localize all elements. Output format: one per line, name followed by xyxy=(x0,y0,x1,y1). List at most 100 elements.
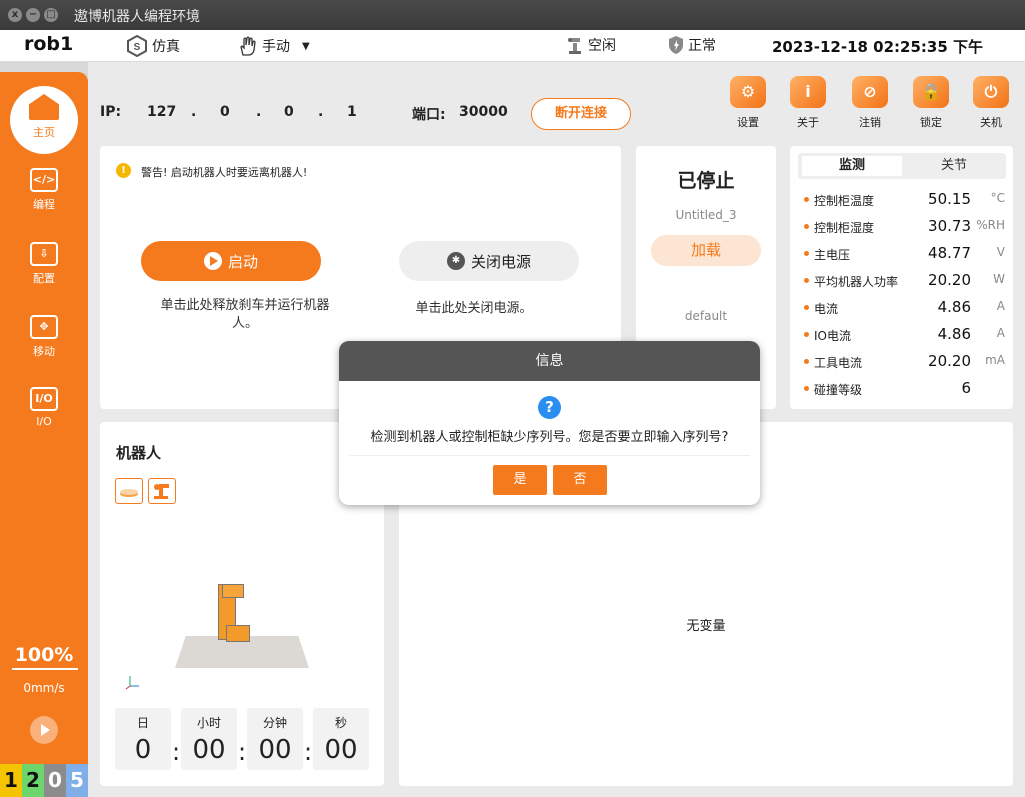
speed-percent[interactable]: 100% xyxy=(0,644,88,666)
program-name: Untitled_3 xyxy=(675,208,737,222)
monitor-value: 4.86 xyxy=(937,325,971,343)
sidebar-item-label: 移动 xyxy=(33,345,55,358)
view-base-button[interactable] xyxy=(115,478,143,504)
bullet-icon xyxy=(804,332,809,337)
lock-button[interactable]: 🔒 锁定 xyxy=(911,76,951,130)
window-maximize-button[interactable]: □ xyxy=(44,8,58,22)
logout-icon: ⊘ xyxy=(852,76,888,108)
monitor-value: 4.86 xyxy=(937,298,971,316)
chevron-down-icon: ▼ xyxy=(302,40,310,52)
axes-icon xyxy=(125,676,139,690)
tab-monitor[interactable]: 监测 xyxy=(802,156,902,176)
no-button[interactable]: 否 xyxy=(553,465,607,495)
warning-text: 警告! 启动机器人时要远离机器人! xyxy=(141,166,308,179)
timer-seconds: 秒 00 xyxy=(313,708,369,770)
monitor-row: 主电压 48.77 V xyxy=(802,244,1007,264)
sidebar-item-move[interactable]: ✥ 移动 xyxy=(0,315,88,359)
disconnect-button[interactable]: 断开连接 xyxy=(531,98,631,130)
tab-joint[interactable]: 关节 xyxy=(905,156,1003,176)
power-off-icon: ✱ xyxy=(446,252,465,270)
default-label: default xyxy=(684,309,728,323)
timer-value: 00 xyxy=(258,735,292,765)
speed-divider xyxy=(12,668,78,670)
ip-dot: . xyxy=(318,104,324,120)
power-off-button[interactable]: ✱ 关闭电源 xyxy=(399,241,579,281)
robot-name: rob1 xyxy=(24,33,74,55)
yes-button[interactable]: 是 xyxy=(493,465,547,495)
start-button[interactable]: 启动 xyxy=(141,241,321,281)
monitor-unit: W xyxy=(993,272,1005,286)
monitor-row: 碰撞等级 6 xyxy=(802,379,1007,399)
timer-value: 00 xyxy=(192,735,226,765)
top-bar: rob1 S 仿真 手动 ▼ 空闲 正常 2023-12-18 02:25:35… xyxy=(0,30,1025,62)
monitor-label: 电流 xyxy=(814,302,839,316)
shutdown-button[interactable]: ⏻ 关机 xyxy=(971,76,1011,130)
sidebar-item-io[interactable]: I/O I/O xyxy=(0,387,88,428)
timer-label: 秒 xyxy=(334,716,347,730)
monitor-value: 30.73 xyxy=(928,217,971,235)
load-button[interactable]: 加载 xyxy=(651,235,761,266)
monitor-unit: A xyxy=(996,299,1005,313)
simulation-toggle[interactable]: S 仿真 xyxy=(126,35,180,57)
sidebar-item-program[interactable]: </> 编程 xyxy=(0,168,88,212)
view-robot-button[interactable] xyxy=(148,478,176,504)
info-icon: i xyxy=(790,76,826,108)
timer-minutes: 分钟 00 xyxy=(247,708,303,770)
status-badge: 0 xyxy=(44,764,66,797)
monitor-row: 控制柜湿度 30.73 %RH xyxy=(802,217,1007,237)
robot-state-label: 空闲 xyxy=(588,38,616,54)
play-icon xyxy=(203,252,222,270)
monitor-label: IO电流 xyxy=(814,329,851,343)
status-badge: 2 xyxy=(22,764,44,797)
start-description: 单击此处释放刹车并运行机器人。 xyxy=(160,298,330,331)
sidebar-item-label: I/O xyxy=(36,415,52,428)
ip-segment: 127 xyxy=(147,104,177,120)
ip-dot: . xyxy=(191,104,197,120)
monitor-label: 控制柜湿度 xyxy=(814,221,875,235)
window-close-button[interactable]: x xyxy=(8,8,22,22)
timer-separator: : xyxy=(304,738,313,766)
about-button[interactable]: i 关于 xyxy=(788,76,828,130)
run-program-button[interactable] xyxy=(30,716,58,744)
settings-button[interactable]: ⚙ 设置 xyxy=(728,76,768,130)
logout-button[interactable]: ⊘ 注销 xyxy=(850,76,890,130)
toolbar-label: 注销 xyxy=(859,116,881,129)
sidebar-item-home[interactable]: 主页 xyxy=(10,86,78,154)
timer-separator: : xyxy=(172,738,181,766)
sidebar-item-config[interactable]: ⇩ 配置 xyxy=(0,242,88,286)
io-icon: I/O xyxy=(30,387,58,411)
monitor-value: 20.20 xyxy=(928,352,971,370)
ip-segment: 1 xyxy=(347,104,357,120)
monitor-row: 工具电流 20.20 mA xyxy=(802,352,1007,372)
mode-dropdown[interactable]: 手动 ▼ xyxy=(236,35,310,57)
sidebar-item-label: 编程 xyxy=(33,198,55,211)
simulation-label: 仿真 xyxy=(152,39,180,55)
monitor-unit: %RH xyxy=(976,218,1005,232)
timer-hours: 小时 00 xyxy=(181,708,237,770)
dialog-title: 信息 xyxy=(339,341,760,381)
config-icon: ⇩ xyxy=(30,242,58,266)
gear-icon: ⚙ xyxy=(730,76,766,108)
power-off-description: 单击此处关闭电源。 xyxy=(415,301,533,316)
robot-arm-model xyxy=(226,625,250,642)
bullet-icon xyxy=(804,251,809,256)
timer-label: 日 xyxy=(136,716,149,730)
timer-days: 日0 xyxy=(115,708,171,770)
toolbar-label: 关机 xyxy=(980,116,1002,129)
bullet-icon xyxy=(804,278,809,283)
monitor-unit: A xyxy=(996,326,1005,340)
timer-label: 分钟 xyxy=(262,716,287,730)
start-button-label: 启动 xyxy=(227,252,258,271)
monitor-row: IO电流 4.86 A xyxy=(802,325,1007,345)
ip-segment: 0 xyxy=(220,104,230,120)
bullet-icon xyxy=(804,386,809,391)
port-value: 30000 xyxy=(459,104,508,120)
timer-separator: : xyxy=(238,738,247,766)
port-label: 端口: xyxy=(412,107,446,123)
robot-view-icon xyxy=(154,484,169,499)
monitor-label: 主电压 xyxy=(814,248,851,262)
power-off-label: 关闭电源 xyxy=(470,252,531,271)
program-state: 已停止 xyxy=(677,170,735,192)
robot-state-indicator: 空闲 xyxy=(566,35,616,55)
window-minimize-button[interactable]: − xyxy=(26,8,40,22)
